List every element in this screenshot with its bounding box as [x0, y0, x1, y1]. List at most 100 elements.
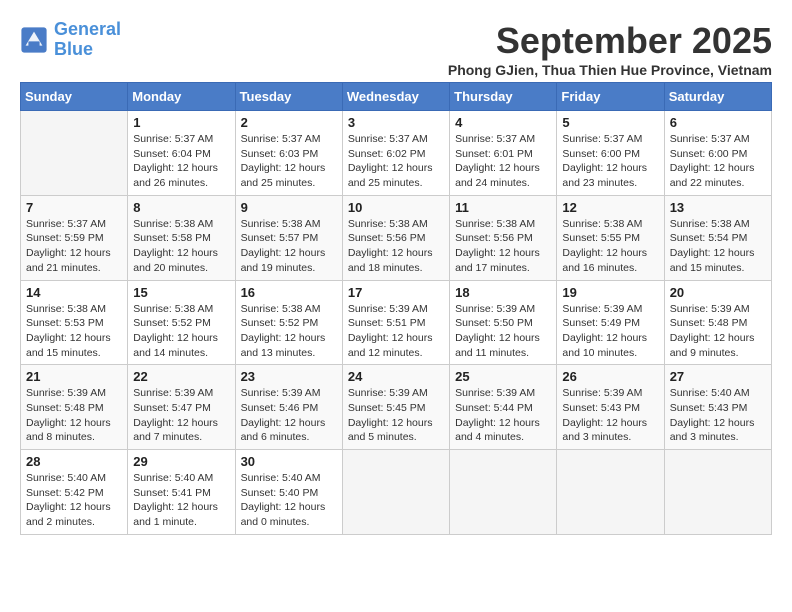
weekday-header: Thursday	[450, 83, 557, 111]
day-info: Sunrise: 5:40 AM Sunset: 5:41 PM Dayligh…	[133, 471, 229, 530]
day-info: Sunrise: 5:39 AM Sunset: 5:46 PM Dayligh…	[241, 386, 337, 445]
calendar-day-cell: 29 Sunrise: 5:40 AM Sunset: 5:41 PM Dayli…	[128, 450, 235, 535]
day-number: 8	[133, 200, 229, 215]
calendar-day-cell: 10Sunrise: 5:38 AM Sunset: 5:56 PM Dayli…	[342, 195, 449, 280]
day-info: Sunrise: 5:39 AM Sunset: 5:44 PM Dayligh…	[455, 386, 551, 445]
calendar-day-cell: 5 Sunrise: 5:37 AM Sunset: 6:00 PM Daylig…	[557, 111, 664, 196]
calendar-day-cell	[450, 450, 557, 535]
day-number: 11	[455, 200, 551, 215]
day-number: 28	[26, 454, 122, 469]
day-number: 24	[348, 369, 444, 384]
calendar-day-cell: 7 Sunrise: 5:37 AM Sunset: 5:59 PM Daylig…	[21, 195, 128, 280]
day-number: 30	[241, 454, 337, 469]
day-info: Sunrise: 5:39 AM Sunset: 5:45 PM Dayligh…	[348, 386, 444, 445]
day-info: Sunrise: 5:39 AM Sunset: 5:48 PM Dayligh…	[26, 386, 122, 445]
calendar-day-cell: 9Sunrise: 5:38 AM Sunset: 5:57 PM Daylig…	[235, 195, 342, 280]
day-number: 18	[455, 285, 551, 300]
day-number: 10	[348, 200, 444, 215]
day-number: 14	[26, 285, 122, 300]
calendar-day-cell: 16 Sunrise: 5:38 AM Sunset: 5:52 PM Dayli…	[235, 280, 342, 365]
calendar-week-row: 21 Sunrise: 5:39 AM Sunset: 5:48 PM Dayli…	[21, 365, 772, 450]
day-number: 29	[133, 454, 229, 469]
calendar-day-cell: 20 Sunrise: 5:39 AM Sunset: 5:48 PM Dayli…	[664, 280, 771, 365]
calendar-day-cell: 25 Sunrise: 5:39 AM Sunset: 5:44 PM Dayli…	[450, 365, 557, 450]
day-info: Sunrise: 5:38 AM Sunset: 5:57 PM Dayligh…	[241, 217, 337, 276]
day-info: Sunrise: 5:37 AM Sunset: 6:02 PM Dayligh…	[348, 132, 444, 191]
day-info: Sunrise: 5:39 AM Sunset: 5:48 PM Dayligh…	[670, 302, 766, 361]
calendar-day-cell	[557, 450, 664, 535]
calendar-day-cell: 28 Sunrise: 5:40 AM Sunset: 5:42 PM Dayli…	[21, 450, 128, 535]
calendar-day-cell: 23 Sunrise: 5:39 AM Sunset: 5:46 PM Dayli…	[235, 365, 342, 450]
weekday-header: Monday	[128, 83, 235, 111]
day-info: Sunrise: 5:39 AM Sunset: 5:43 PM Dayligh…	[562, 386, 658, 445]
day-info: Sunrise: 5:39 AM Sunset: 5:51 PM Dayligh…	[348, 302, 444, 361]
day-info: Sunrise: 5:37 AM Sunset: 5:59 PM Dayligh…	[26, 217, 122, 276]
day-number: 2	[241, 115, 337, 130]
day-number: 7	[26, 200, 122, 215]
day-number: 19	[562, 285, 658, 300]
day-number: 25	[455, 369, 551, 384]
day-number: 21	[26, 369, 122, 384]
weekday-header: Friday	[557, 83, 664, 111]
day-info: Sunrise: 5:40 AM Sunset: 5:43 PM Dayligh…	[670, 386, 766, 445]
day-info: Sunrise: 5:38 AM Sunset: 5:58 PM Dayligh…	[133, 217, 229, 276]
day-number: 13	[670, 200, 766, 215]
calendar-week-row: 28 Sunrise: 5:40 AM Sunset: 5:42 PM Dayli…	[21, 450, 772, 535]
month-title: September 2025	[448, 20, 772, 62]
calendar-day-cell: 18Sunrise: 5:39 AM Sunset: 5:50 PM Dayli…	[450, 280, 557, 365]
calendar-week-row: 1 Sunrise: 5:37 AM Sunset: 6:04 PM Daylig…	[21, 111, 772, 196]
calendar-day-cell: 26 Sunrise: 5:39 AM Sunset: 5:43 PM Dayli…	[557, 365, 664, 450]
day-number: 23	[241, 369, 337, 384]
title-block: September 2025 Phong GJien, Thua Thien H…	[448, 20, 772, 78]
calendar-day-cell: 13 Sunrise: 5:38 AM Sunset: 5:54 PM Dayli…	[664, 195, 771, 280]
calendar-day-cell: 4Sunrise: 5:37 AM Sunset: 6:01 PM Daylig…	[450, 111, 557, 196]
day-info: Sunrise: 5:37 AM Sunset: 6:00 PM Dayligh…	[562, 132, 658, 191]
day-info: Sunrise: 5:40 AM Sunset: 5:40 PM Dayligh…	[241, 471, 337, 530]
calendar-day-cell: 30 Sunrise: 5:40 AM Sunset: 5:40 PM Dayli…	[235, 450, 342, 535]
calendar-day-cell: 15 Sunrise: 5:38 AM Sunset: 5:52 PM Dayli…	[128, 280, 235, 365]
day-number: 4	[455, 115, 551, 130]
logo-text: General Blue	[54, 20, 121, 60]
day-info: Sunrise: 5:39 AM Sunset: 5:47 PM Dayligh…	[133, 386, 229, 445]
calendar-day-cell	[664, 450, 771, 535]
calendar-day-cell: 27 Sunrise: 5:40 AM Sunset: 5:43 PM Dayli…	[664, 365, 771, 450]
day-number: 15	[133, 285, 229, 300]
calendar-day-cell	[342, 450, 449, 535]
day-number: 26	[562, 369, 658, 384]
day-info: Sunrise: 5:38 AM Sunset: 5:54 PM Dayligh…	[670, 217, 766, 276]
calendar-table: SundayMondayTuesdayWednesdayThursdayFrid…	[20, 82, 772, 535]
calendar-day-cell: 17Sunrise: 5:39 AM Sunset: 5:51 PM Dayli…	[342, 280, 449, 365]
page-header: General Blue September 2025 Phong GJien,…	[20, 20, 772, 78]
calendar-day-cell: 1 Sunrise: 5:37 AM Sunset: 6:04 PM Daylig…	[128, 111, 235, 196]
day-number: 6	[670, 115, 766, 130]
calendar-day-cell: 2 Sunrise: 5:37 AM Sunset: 6:03 PM Daylig…	[235, 111, 342, 196]
day-number: 16	[241, 285, 337, 300]
day-info: Sunrise: 5:38 AM Sunset: 5:52 PM Dayligh…	[241, 302, 337, 361]
day-info: Sunrise: 5:38 AM Sunset: 5:52 PM Dayligh…	[133, 302, 229, 361]
day-info: Sunrise: 5:38 AM Sunset: 5:56 PM Dayligh…	[455, 217, 551, 276]
day-info: Sunrise: 5:37 AM Sunset: 6:03 PM Dayligh…	[241, 132, 337, 191]
calendar-day-cell: 14Sunrise: 5:38 AM Sunset: 5:53 PM Dayli…	[21, 280, 128, 365]
logo-icon	[20, 26, 48, 54]
calendar-day-cell: 19Sunrise: 5:39 AM Sunset: 5:49 PM Dayli…	[557, 280, 664, 365]
calendar-header-row: SundayMondayTuesdayWednesdayThursdayFrid…	[21, 83, 772, 111]
day-info: Sunrise: 5:38 AM Sunset: 5:55 PM Dayligh…	[562, 217, 658, 276]
weekday-header: Saturday	[664, 83, 771, 111]
day-number: 12	[562, 200, 658, 215]
calendar-day-cell	[21, 111, 128, 196]
calendar-week-row: 14Sunrise: 5:38 AM Sunset: 5:53 PM Dayli…	[21, 280, 772, 365]
day-number: 22	[133, 369, 229, 384]
calendar-day-cell: 6Sunrise: 5:37 AM Sunset: 6:00 PM Daylig…	[664, 111, 771, 196]
weekday-header: Sunday	[21, 83, 128, 111]
day-number: 5	[562, 115, 658, 130]
calendar-day-cell: 8 Sunrise: 5:38 AM Sunset: 5:58 PM Daylig…	[128, 195, 235, 280]
logo: General Blue	[20, 20, 121, 60]
calendar-week-row: 7 Sunrise: 5:37 AM Sunset: 5:59 PM Daylig…	[21, 195, 772, 280]
day-number: 27	[670, 369, 766, 384]
day-number: 1	[133, 115, 229, 130]
day-info: Sunrise: 5:40 AM Sunset: 5:42 PM Dayligh…	[26, 471, 122, 530]
weekday-header: Wednesday	[342, 83, 449, 111]
day-number: 3	[348, 115, 444, 130]
day-number: 20	[670, 285, 766, 300]
day-info: Sunrise: 5:37 AM Sunset: 6:04 PM Dayligh…	[133, 132, 229, 191]
